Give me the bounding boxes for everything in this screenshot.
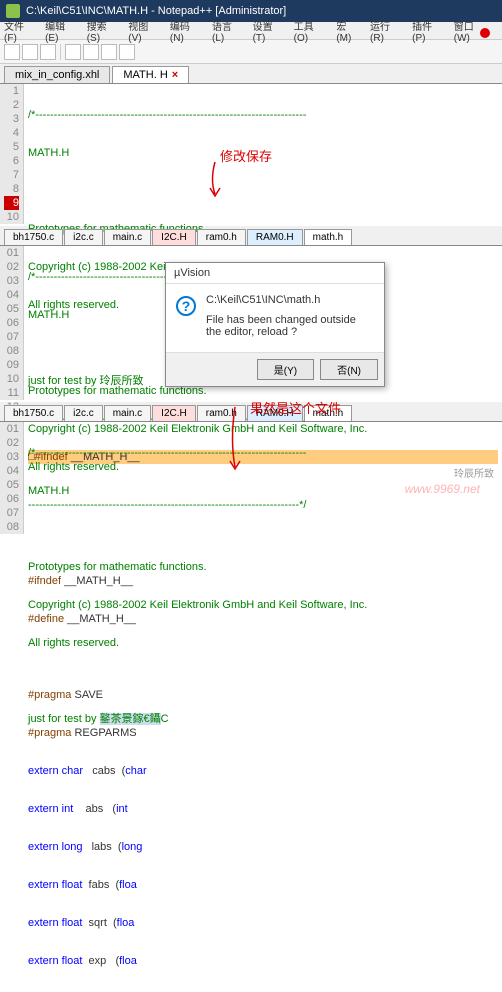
menu-run[interactable]: 运行(R) — [370, 18, 402, 44]
mtab-i2c-h[interactable]: I2C.H — [152, 229, 196, 245]
watermark-url: www.9969.net — [405, 482, 480, 496]
reload-dialog: µVision ? C:\Keil\C51\INC\math.h File ha… — [165, 262, 385, 387]
record-indicator-icon — [480, 28, 490, 38]
menu-view[interactable]: 视图(V) — [128, 18, 160, 44]
uvision-editor-2[interactable]: 0102030405060708 /*---------------------… — [0, 422, 502, 534]
menu-plugins[interactable]: 插件(P) — [412, 18, 444, 44]
code-area-bot[interactable]: /*--------------------------------------… — [24, 422, 502, 534]
menu-search[interactable]: 搜索(S) — [87, 18, 119, 44]
line-gutter: 12345678910 — [0, 84, 24, 224]
dialog-body: ? C:\Keil\C51\INC\math.h File has been c… — [166, 284, 384, 352]
mtab-bh1750[interactable]: bh1750.c — [4, 229, 63, 245]
mtab2-i2c-h[interactable]: I2C.H — [152, 405, 196, 421]
tab-config[interactable]: mix_in_config.xhl — [4, 66, 110, 83]
menu-bar[interactable]: 文件(F) 编辑(E) 搜索(S) 视图(V) 编码(N) 语言(L) 设置(T… — [0, 22, 502, 40]
code-area-top[interactable]: /*--------------------------------------… — [24, 84, 502, 224]
menu-edit[interactable]: 编辑(E) — [45, 18, 77, 44]
watermark-author: 玲辰所致 — [454, 465, 494, 480]
tab-close-icon[interactable]: × — [172, 69, 178, 81]
tb-new-icon[interactable] — [4, 44, 20, 60]
dialog-buttons: 是(Y) 否(N) — [166, 352, 384, 386]
mtab-main[interactable]: main.c — [104, 229, 151, 245]
dialog-title: µVision — [166, 263, 384, 284]
mtab2-ram0-h[interactable]: ram0.h — [197, 405, 246, 421]
tb-separator — [60, 44, 61, 60]
tb-copy-icon[interactable] — [101, 44, 117, 60]
mtab-ram0-h[interactable]: ram0.h — [197, 229, 246, 245]
mtab-math-h[interactable]: math.h — [304, 229, 353, 245]
notepad-editor[interactable]: 12345678910 /*--------------------------… — [0, 84, 502, 224]
mtab-ram0-h2[interactable]: RAM0.H — [247, 229, 303, 245]
menu-file[interactable]: 文件(F) — [4, 18, 35, 44]
tab-math-h[interactable]: MATH. H× — [112, 66, 189, 83]
tb-paste-icon[interactable] — [119, 44, 135, 60]
menu-language[interactable]: 语言(L) — [212, 18, 243, 44]
tb-cut-icon[interactable] — [83, 44, 99, 60]
menu-macro[interactable]: 宏(M) — [336, 18, 360, 44]
no-button[interactable]: 否(N) — [320, 359, 378, 380]
dialog-message: File has been changed outside the editor… — [206, 314, 372, 338]
notepad-app-icon — [6, 4, 20, 18]
yes-button[interactable]: 是(Y) — [257, 359, 314, 380]
dialog-path: C:\Keil\C51\INC\math.h — [206, 294, 372, 306]
menu-tools[interactable]: 工具(O) — [294, 18, 327, 44]
line-gutter-bot: 0102030405060708 — [0, 422, 24, 534]
question-icon: ? — [176, 296, 196, 316]
mtab-i2c-c[interactable]: i2c.c — [64, 229, 103, 245]
line-gutter-mid: 01020304050607080910111213141516171819 — [0, 246, 24, 400]
mtab2-i2c-c[interactable]: i2c.c — [64, 405, 103, 421]
notepad-tab-bar: mix_in_config.xhl MATH. H× — [0, 64, 502, 84]
mtab2-math-h[interactable]: math.h — [304, 405, 353, 421]
mtab2-main[interactable]: main.c — [104, 405, 151, 421]
toolbar — [0, 40, 502, 64]
menu-settings[interactable]: 设置(T) — [253, 18, 284, 44]
window-title: C:\Keil\C51\INC\MATH.H - Notepad++ [Admi… — [26, 5, 286, 17]
menu-encoding[interactable]: 编码(N) — [170, 18, 202, 44]
mtab2-bh1750[interactable]: bh1750.c — [4, 405, 63, 421]
mtab2-ram0-h2[interactable]: RAM0.H — [247, 405, 303, 421]
tb-save-icon[interactable] — [40, 44, 56, 60]
tb-open-icon[interactable] — [22, 44, 38, 60]
tb-print-icon[interactable] — [65, 44, 81, 60]
